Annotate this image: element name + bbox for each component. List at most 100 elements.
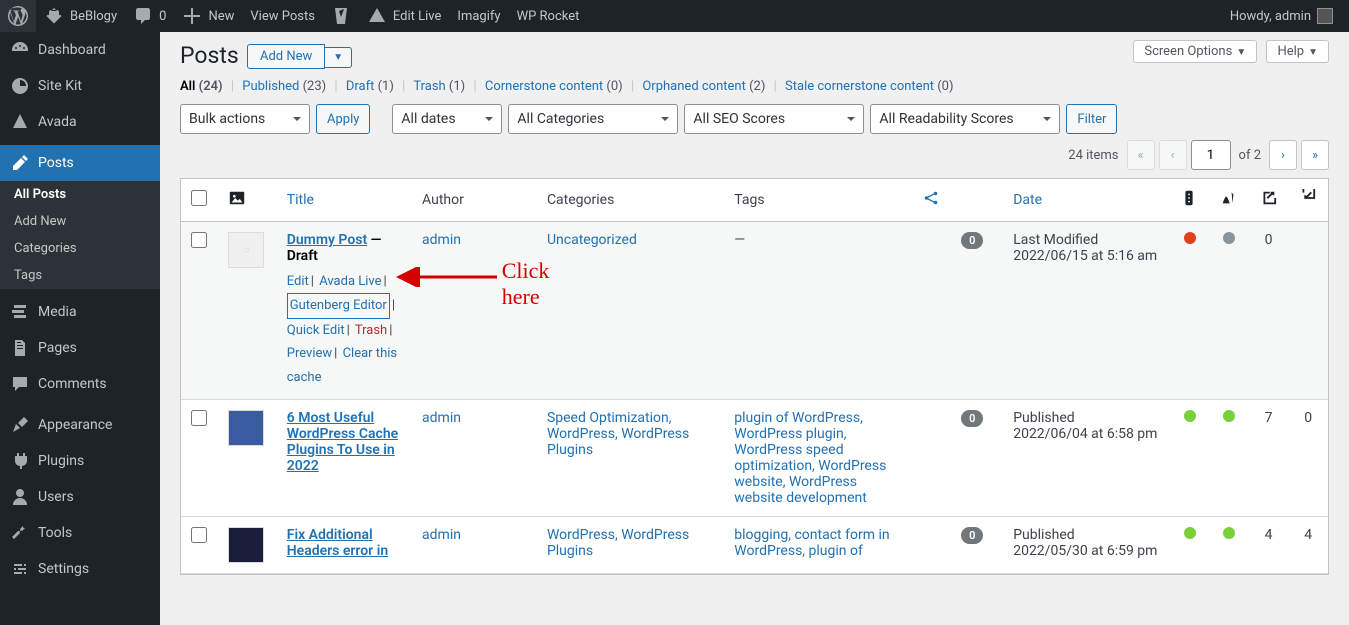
tag-link[interactable]: blogging, contact form in WordPress, plu… [734,527,889,559]
category-filter[interactable]: All Categories [508,104,678,134]
row-checkbox[interactable] [191,232,207,248]
seo-dot [1184,527,1196,539]
help-button[interactable]: Help▼ [1266,40,1329,63]
my-account[interactable]: Howdy, admin [1222,0,1341,32]
category-link[interactable]: WordPress, WordPress Plugins [547,527,689,559]
menu-settings[interactable]: Settings [0,551,160,587]
menu-tools[interactable]: Tools [0,515,160,551]
row-checkbox[interactable] [191,410,207,426]
filter-orphaned[interactable]: Orphaned content [642,79,746,94]
filter-draft[interactable]: Draft (1) [346,79,394,94]
outgoing-links-icon [1259,195,1277,211]
wp-logo[interactable] [0,0,36,32]
admin-sidebar: Dashboard Site Kit Avada Posts All Posts… [0,32,160,625]
readability-filter[interactable]: All Readability Scores [870,104,1060,134]
menu-dashboard[interactable]: Dashboard [0,32,160,68]
post-thumbnail [228,410,264,446]
action-preview[interactable]: Preview [287,346,332,361]
table-row: 6 Most Useful WordPress Cache Plugins To… [181,400,1328,517]
seo-dot [1184,232,1196,244]
filter-cornerstone[interactable]: Cornerstone content [485,79,603,94]
col-tags: Tags [724,179,911,222]
author-link[interactable]: admin [422,527,461,543]
filter-button[interactable]: Filter [1066,104,1117,134]
menu-media[interactable]: Media [0,294,160,330]
page-last[interactable]: » [1301,140,1329,170]
submenu-all-posts[interactable]: All Posts [0,181,160,208]
menu-comments[interactable]: Comments [0,366,160,402]
col-title[interactable]: Title [287,192,314,208]
action-avada-live[interactable]: Avada Live [319,274,381,289]
site-name[interactable]: BeBlogy [36,0,125,32]
imagify[interactable]: Imagify [449,0,508,32]
category-link[interactable]: Uncategorized [547,232,637,248]
date-filter[interactable]: All dates [392,104,502,134]
menu-plugins[interactable]: Plugins [0,443,160,479]
menu-posts[interactable]: Posts [0,145,160,181]
comment-count: 0 [961,410,983,427]
seo-dot [1184,410,1196,422]
filter-stale[interactable]: Stale cornerstone content [785,79,934,94]
readability-icon [1219,195,1237,211]
readability-dot [1223,527,1235,539]
yoast-menu[interactable] [323,0,359,32]
submenu-add-new[interactable]: Add New [0,208,160,235]
seo-score-icon [1180,195,1198,211]
author-link[interactable]: admin [422,232,461,248]
edit-live[interactable]: Edit Live [359,0,450,32]
select-all-checkbox[interactable] [191,190,207,206]
post-title-link[interactable]: Fix Additional Headers error in [287,527,388,559]
view-posts[interactable]: View Posts [242,0,323,32]
col-categories: Categories [537,179,724,222]
menu-avada[interactable]: Avada [0,104,160,140]
pagination: 24 items « ‹ of 2 › » [1064,140,1329,170]
table-row: ◌ Dummy Post — Draft Edit| Avada Live| G… [181,222,1328,400]
table-row: Fix Additional Headers error in admin Wo… [181,517,1328,574]
avatar-icon [1317,8,1333,24]
page-input[interactable] [1191,140,1231,170]
submenu-categories[interactable]: Categories [0,235,160,262]
tag-link[interactable]: plugin of WordPress, WordPress plugin, W… [734,410,886,506]
col-author: Author [412,179,537,222]
page-prev: ‹ [1159,140,1187,170]
filter-published[interactable]: Published (23) [242,79,326,94]
action-gutenberg[interactable]: Gutenberg Editor [290,298,387,313]
bulk-actions-select[interactable]: Bulk actions [180,104,310,134]
page-next[interactable]: › [1269,140,1297,170]
apply-button[interactable]: Apply [316,104,370,134]
filter-trash[interactable]: Trash (1) [413,79,465,94]
menu-pages[interactable]: Pages [0,330,160,366]
post-title-link[interactable]: Dummy Post [287,232,367,248]
page-first: « [1127,140,1155,170]
screen-options-button[interactable]: Screen Options▼ [1133,40,1257,63]
add-new-button[interactable]: Add New [247,44,325,69]
table-nav-top: Bulk actions Apply All dates All Categor… [180,104,1329,170]
new-content[interactable]: New [174,0,242,32]
post-thumbnail: ◌ [228,232,264,268]
row-checkbox[interactable] [191,527,207,543]
comments-link[interactable]: 0 [125,0,174,32]
submenu-tags[interactable]: Tags [0,262,160,289]
post-thumbnail [228,527,264,563]
share-icon [922,195,940,211]
tags-cell: — [724,222,911,400]
post-status-filters: All (24) | Published (23) | Draft (1) | … [180,79,1329,94]
menu-users[interactable]: Users [0,479,160,515]
seo-filter[interactable]: All SEO Scores [684,104,864,134]
author-link[interactable]: admin [422,410,461,426]
row-actions: Edit| Avada Live| Gutenberg Editor| Quic… [287,270,402,389]
menu-sitekit[interactable]: Site Kit [0,68,160,104]
filter-all[interactable]: All (24) [180,79,223,94]
page-title: Posts [180,42,239,69]
wp-rocket[interactable]: WP Rocket [509,0,588,32]
col-date[interactable]: Date [1013,192,1042,208]
add-new-dropdown[interactable]: ▼ [325,47,352,68]
readability-dot [1223,232,1235,244]
action-quick-edit[interactable]: Quick Edit [287,323,345,338]
post-title-link[interactable]: 6 Most Useful WordPress Cache Plugins To… [287,410,398,474]
category-link[interactable]: Speed Optimization, WordPress, WordPress… [547,410,689,458]
posts-table: Title Author Categories Tags Date ◌ Dumm… [180,178,1329,575]
action-edit[interactable]: Edit [287,274,309,289]
menu-appearance[interactable]: Appearance [0,407,160,443]
action-trash[interactable]: Trash [355,323,387,338]
